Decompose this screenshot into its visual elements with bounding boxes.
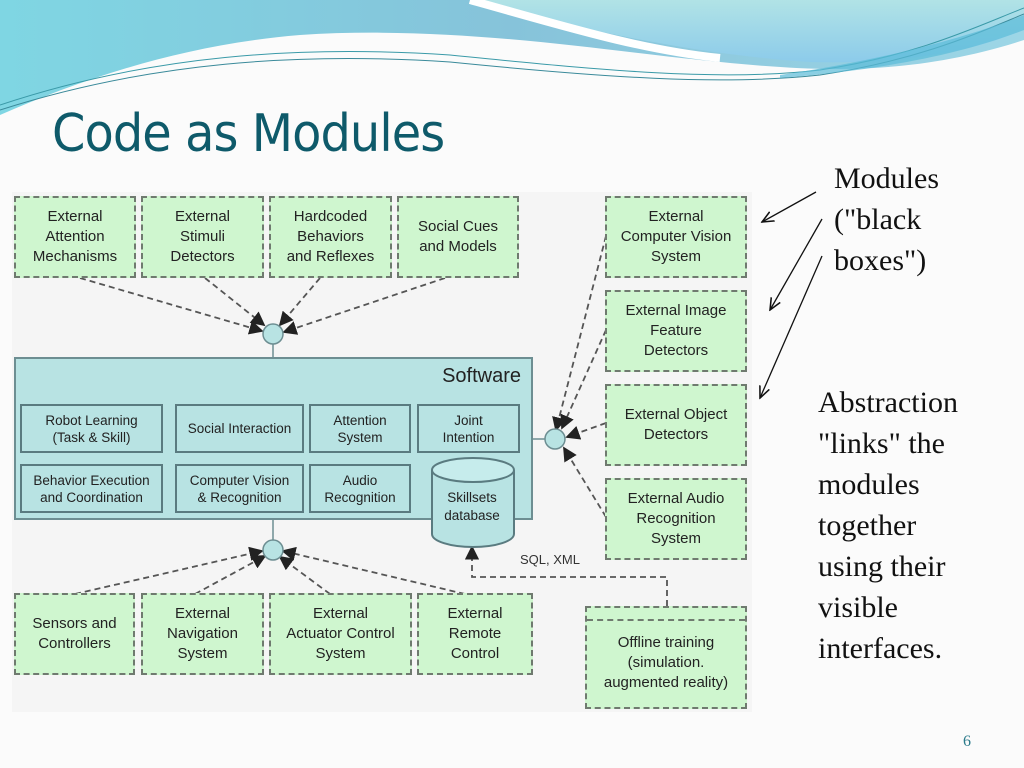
- component-audio-recognition: Audio Recognition: [309, 464, 411, 513]
- annotation-arrow-2: [770, 218, 823, 310]
- module-external-remote-control: External Remote Control: [417, 593, 533, 675]
- software-label: Software: [442, 365, 521, 387]
- connector-top-2: [204, 277, 266, 327]
- module-sensors-controllers: Sensors and Controllers: [14, 593, 135, 675]
- module-external-navigation: External Navigation System: [141, 593, 264, 675]
- database-label: Skillsets database: [444, 490, 500, 523]
- hub-bottom: [262, 539, 284, 561]
- link-label-sql-xml: SQL, XML: [520, 552, 580, 567]
- connector-bottom-2: [194, 555, 267, 595]
- module-external-audio-recognition: External Audio Recognition System: [605, 478, 747, 560]
- connector-top-1: [79, 277, 264, 335]
- offline-module-label: Offline training (simulation. augmented …: [603, 633, 729, 691]
- connector-right-3: [565, 422, 607, 440]
- connector-top-4: [282, 277, 446, 335]
- component-robot-learning: Robot Learning (Task & Skill): [20, 404, 163, 453]
- component-computer-vision: Computer Vision & Recognition: [175, 464, 304, 513]
- offline-module-divider: [587, 619, 745, 621]
- component-behavior-execution: Behavior Execution and Coordination: [20, 464, 163, 513]
- module-offline-training: Offline training (simulation. augmented …: [585, 606, 747, 709]
- page-number: 6: [963, 733, 971, 750]
- abstraction-annotation: Abstraction "links" the modules together…: [818, 386, 958, 665]
- connector-right-4: [563, 446, 607, 518]
- connector-bottom-4: [281, 546, 466, 595]
- module-external-computer-vision: External Computer Vision System: [605, 196, 747, 278]
- annotation-arrow-3: [760, 255, 823, 398]
- connector-bottom-3: [278, 555, 331, 595]
- connector-right-2: [560, 329, 607, 430]
- hub-right: [544, 428, 566, 450]
- module-external-image-feature: External Image Feature Detectors: [605, 290, 747, 372]
- hub-top: [262, 323, 284, 345]
- module-hardcoded-behaviors: Hardcoded Behaviors and Reflexes: [269, 196, 392, 278]
- component-joint-intention: Joint Intention: [417, 404, 520, 453]
- module-social-cues: Social Cues and Models: [397, 196, 519, 278]
- connector-top-3: [278, 277, 321, 327]
- connector-right-1: [552, 235, 607, 432]
- component-attention-system: Attention System: [309, 404, 411, 453]
- module-external-attention: External Attention Mechanisms: [14, 196, 136, 278]
- module-external-stimuli: External Stimuli Detectors: [141, 196, 264, 278]
- module-external-actuator-control: External Actuator Control System: [269, 593, 412, 675]
- annotation-arrow-1: [762, 191, 817, 222]
- module-external-object-detectors: External Object Detectors: [605, 384, 747, 466]
- modules-annotation: Modules ("black boxes"): [834, 162, 939, 277]
- component-social-interaction: Social Interaction: [175, 404, 304, 453]
